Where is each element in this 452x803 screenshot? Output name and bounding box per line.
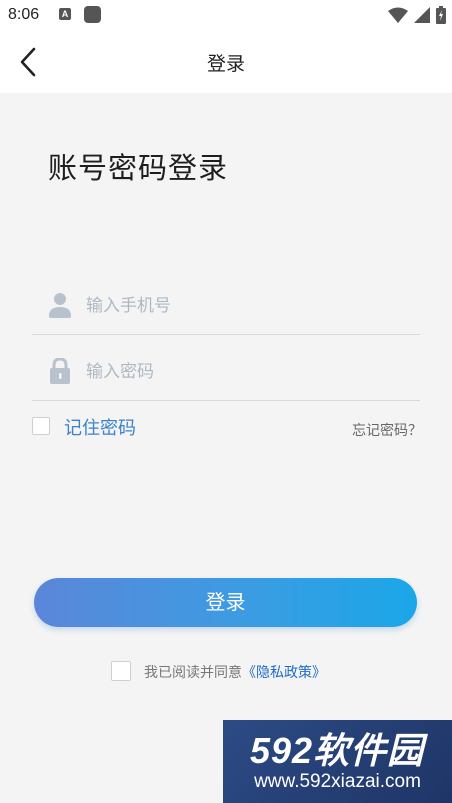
signal-icon (414, 7, 430, 23)
agreement-text: 我已阅读并同意《隐私政策》 (144, 662, 326, 682)
status-time: 8:06 (8, 6, 40, 23)
app-bar: 登录 (0, 30, 452, 93)
user-icon (49, 293, 71, 318)
watermark-logo: 592软件园 www.592xiazai.com (223, 720, 452, 803)
login-heading: 账号密码登录 (48, 151, 229, 185)
wifi-icon (388, 7, 408, 23)
remember-password-checkbox[interactable] (32, 417, 50, 435)
status-icons (388, 5, 446, 25)
watermark-url: www.592xiazai.com (254, 771, 421, 792)
privacy-policy-link[interactable]: 《隐私政策》 (242, 665, 326, 681)
app-notification-icon: A (59, 8, 71, 20)
notification-square-icon (84, 6, 101, 23)
login-button[interactable]: 登录 (34, 578, 417, 627)
watermark-title: 592软件园 (249, 730, 425, 771)
phone-field (32, 274, 420, 335)
agreement-checkbox[interactable] (111, 661, 131, 681)
status-bar: 8:06 A (0, 0, 452, 30)
phone-input[interactable] (84, 290, 408, 322)
lock-icon (50, 358, 70, 384)
password-input[interactable] (84, 356, 408, 388)
page-title: 登录 (206, 53, 245, 75)
agreement-prefix: 我已阅读并同意 (144, 665, 242, 681)
remember-password-label[interactable]: 记住密码 (64, 414, 136, 440)
password-field (32, 340, 420, 401)
battery-icon (436, 6, 446, 24)
forgot-password-link[interactable]: 忘记密码？ (352, 420, 422, 440)
